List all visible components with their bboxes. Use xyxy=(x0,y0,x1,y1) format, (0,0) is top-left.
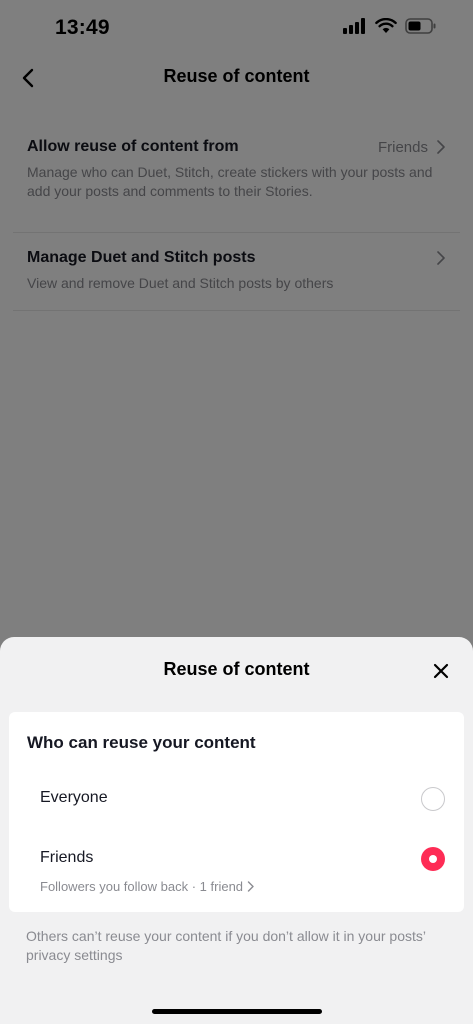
footer-note: Others can’t reuse your content if you d… xyxy=(26,928,426,963)
radio-selected[interactable] xyxy=(421,847,445,871)
option-friends[interactable]: Friends Followers you follow back · 1 fr… xyxy=(9,834,464,904)
option-everyone[interactable]: Everyone xyxy=(9,774,464,822)
bottom-sheet: Reuse of content Who can reuse your cont… xyxy=(0,637,473,1024)
option-sublabel-link[interactable]: Followers you follow back · 1 friend xyxy=(40,879,255,894)
options-card: Who can reuse your content Everyone Frie… xyxy=(9,712,464,912)
home-indicator xyxy=(152,1009,322,1014)
sheet-title: Reuse of content xyxy=(163,659,310,679)
radio-unselected[interactable] xyxy=(421,787,445,811)
section-heading: Who can reuse your content xyxy=(27,733,256,752)
close-button[interactable] xyxy=(429,659,453,683)
option-label: Friends xyxy=(40,849,94,866)
close-icon xyxy=(433,663,449,679)
chevron-right-icon xyxy=(247,881,254,892)
option-sublabel: Followers you follow back · 1 friend xyxy=(40,879,244,894)
option-label: Everyone xyxy=(40,789,108,806)
